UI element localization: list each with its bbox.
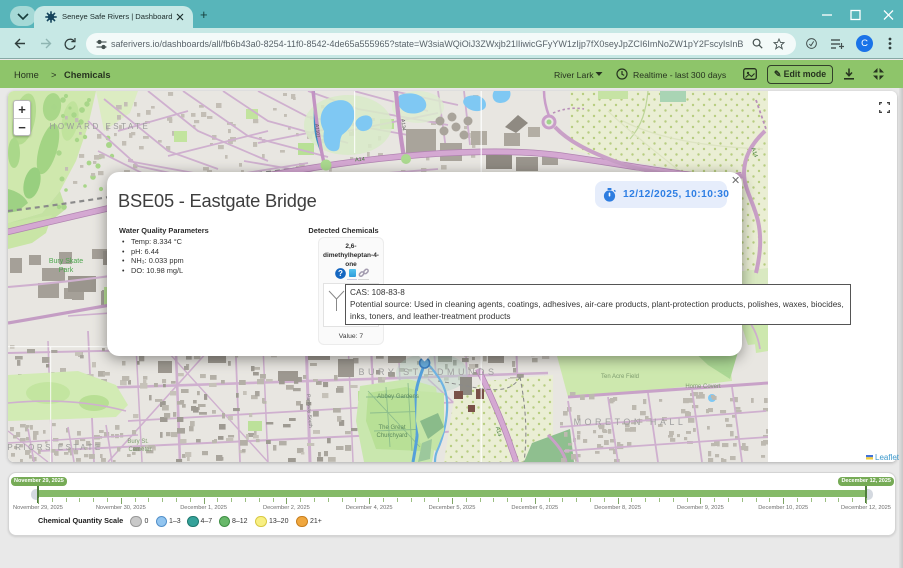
svg-text:A14: A14 <box>355 157 365 164</box>
svg-text:Bury St.: Bury St. <box>127 439 149 445</box>
svg-text:PRIORS ESTATE: PRIORS ESTATE <box>8 443 103 452</box>
svg-text:A134: A134 <box>399 119 406 131</box>
svg-text:HOWARD ESTATE: HOWARD ESTATE <box>50 122 151 131</box>
svg-text:Bury Skate: Bury Skate <box>49 258 83 265</box>
svg-text:BURY ST EDMUNDS: BURY ST EDMUNDS <box>358 367 497 377</box>
svg-text:The Great: The Great <box>378 425 405 431</box>
svg-text:Ten Acre Field: Ten Acre Field <box>601 374 639 380</box>
svg-text:MORETON HALL: MORETON HALL <box>574 417 687 427</box>
svg-text:Abbey Gardens: Abbey Gardens <box>377 394 419 400</box>
svg-text:Churchyard: Churchyard <box>376 433 407 439</box>
svg-text:Home Covert: Home Covert <box>685 384 721 390</box>
svg-text:Cemeter: Cemeter <box>128 447 151 453</box>
svg-text:A1101: A1101 <box>313 124 320 139</box>
svg-text:Park: Park <box>59 267 74 274</box>
svg-text:?: ? <box>338 269 343 278</box>
